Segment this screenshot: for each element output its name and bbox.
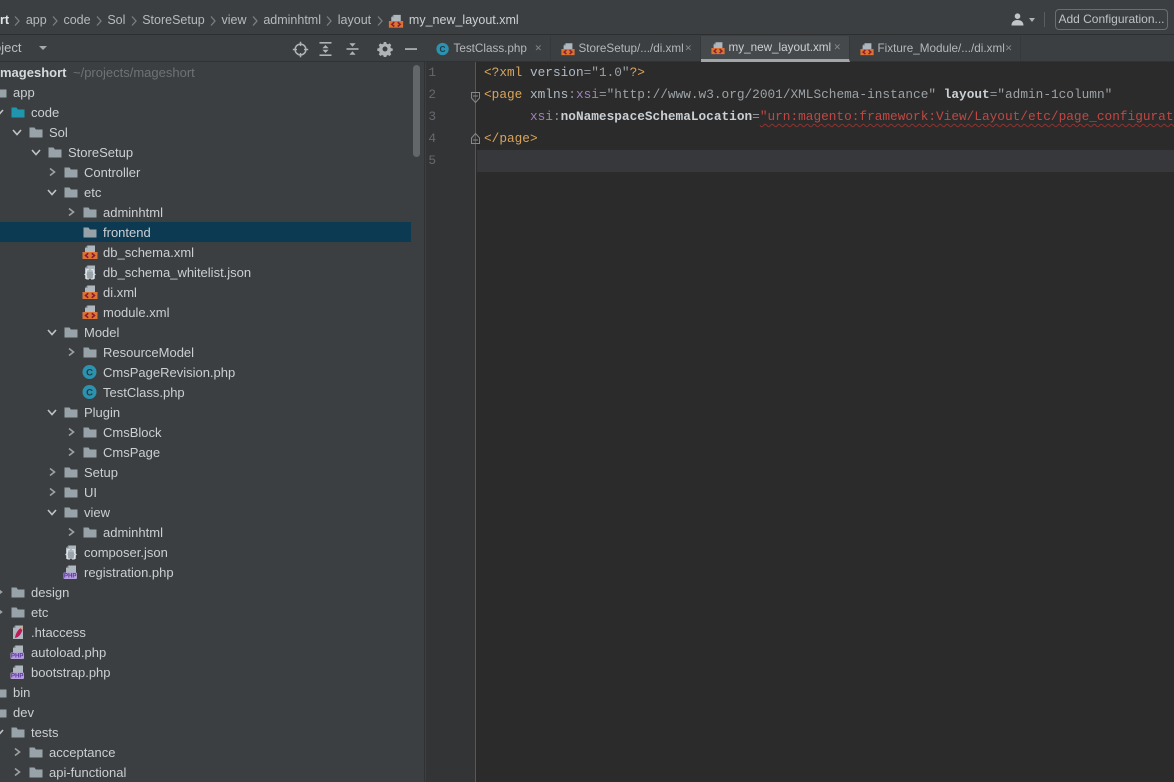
svg-text:{}: {} bbox=[83, 269, 96, 280]
svg-text:C: C bbox=[86, 367, 93, 378]
svg-text:PHP: PHP bbox=[64, 573, 77, 580]
svg-text:C: C bbox=[439, 44, 445, 54]
svg-text:C: C bbox=[86, 387, 93, 398]
svg-text:PHP: PHP bbox=[11, 653, 24, 660]
svg-text:PHP: PHP bbox=[11, 673, 24, 680]
svg-text:{}: {} bbox=[64, 549, 77, 560]
